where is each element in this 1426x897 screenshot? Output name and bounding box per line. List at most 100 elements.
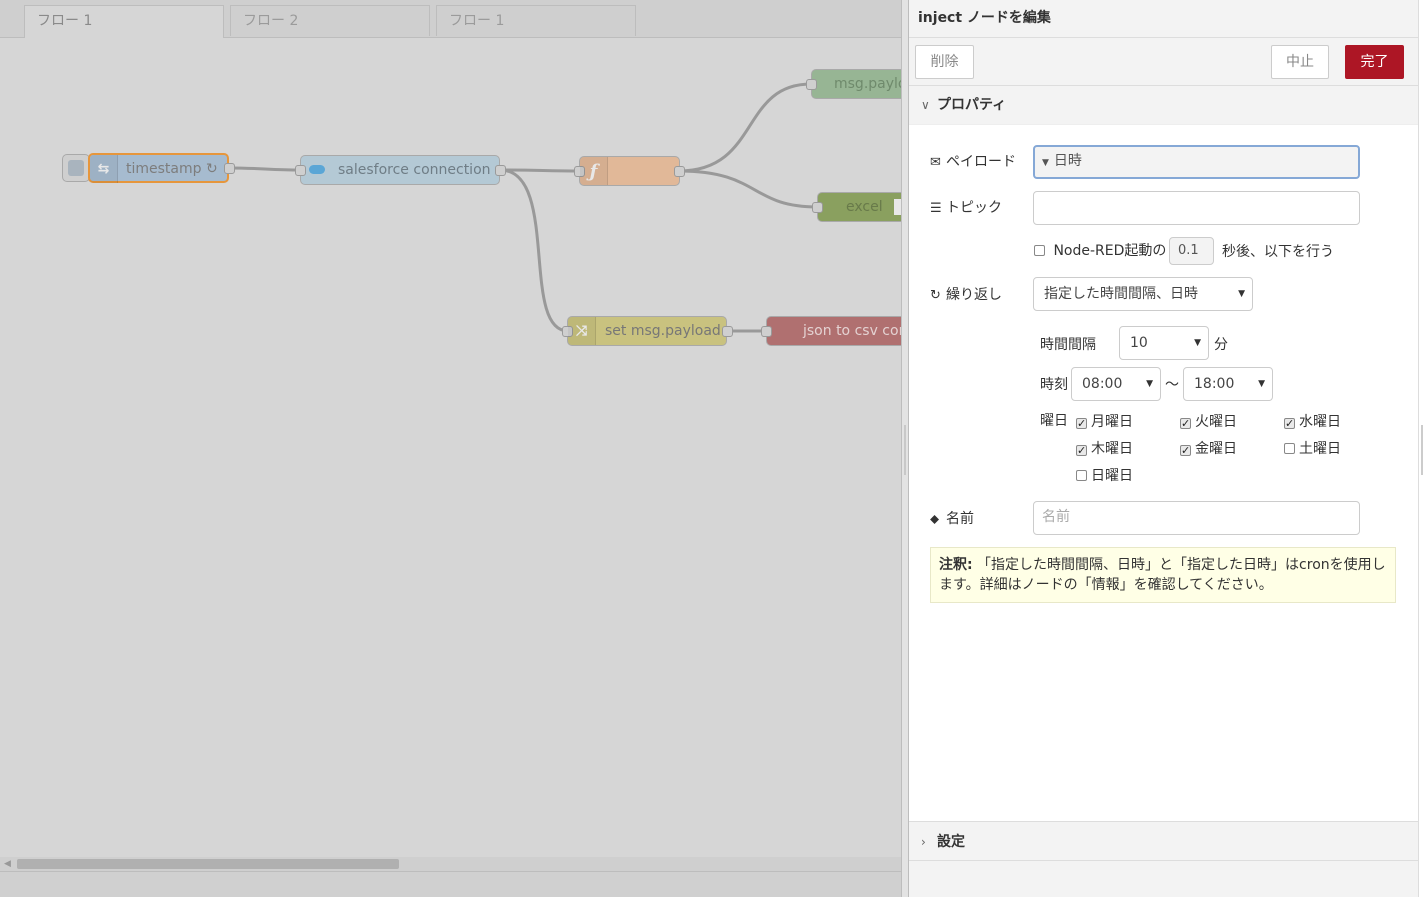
node-json-csv[interactable]: json to csv conv	[761, 316, 901, 346]
repeat-select[interactable]: 指定した時間間隔、日時 ▼	[1033, 277, 1253, 311]
time-to-value: 18:00	[1194, 376, 1235, 392]
day-saturday[interactable]: 土曜日	[1284, 438, 1341, 458]
output-port[interactable]	[495, 165, 506, 176]
note-text: 「指定した時間間隔、日時」と「指定した日時」はcronを使用します。詳細はノード…	[939, 557, 1386, 593]
tab-flow-2[interactable]: フロー 2	[230, 5, 430, 36]
node-msg-payload-label: msg.payloa	[834, 76, 901, 92]
interval-label: 時間間隔	[1040, 337, 1096, 353]
salesforce-cloud-icon	[309, 165, 325, 174]
tasks-icon: ☰	[930, 201, 942, 216]
interval-unit: 分	[1214, 337, 1228, 353]
chevron-down-icon: ∨	[921, 98, 930, 112]
node-excel[interactable]: excel	[812, 192, 901, 222]
topic-label: ☰ トピック	[930, 200, 1002, 216]
day-sunday[interactable]: 日曜日	[1076, 465, 1133, 485]
caret-down-icon: ▼	[1042, 158, 1049, 168]
flow-workspace: フロー 1 フロー 2 フロー 1 ⇆ timestamp ↻ salesfor…	[0, 0, 901, 897]
once-suffix-label: 秒後、以下を行う	[1222, 244, 1334, 260]
once-prefix-label: Node-RED起動の	[1053, 243, 1167, 259]
horizontal-scrollbar[interactable]: ◀	[0, 857, 901, 871]
settings-section-header[interactable]: › 設定	[909, 821, 1419, 861]
day-friday[interactable]: ✓ 金曜日	[1180, 438, 1237, 458]
shuffle-icon: ⤨	[568, 317, 596, 345]
node-msg-payload[interactable]: msg.payloa	[806, 69, 901, 99]
tag-icon: ⬥	[930, 512, 940, 527]
time-from-select[interactable]: 08:00 ▼	[1071, 367, 1161, 401]
caret-down-icon: ▼	[1258, 379, 1265, 389]
output-port[interactable]	[224, 163, 235, 174]
splitter-grip[interactable]	[904, 425, 906, 475]
time-from-value: 08:00	[1082, 376, 1123, 392]
function-f-icon: ƒ	[580, 157, 608, 185]
node-set-payload[interactable]: ⤨ set msg.payload	[562, 316, 733, 346]
cron-note: 注釈: 「指定した時間間隔、日時」と「指定した日時」はcronを使用します。詳細…	[930, 547, 1396, 603]
node-json-csv-label: json to csv conv	[803, 323, 901, 339]
inject-trigger-button[interactable]	[62, 154, 90, 182]
scrollbar-thumb[interactable]	[17, 859, 399, 869]
checkbox-unchecked[interactable]	[1076, 470, 1087, 481]
tray-footer	[909, 861, 1419, 897]
checkbox-checked[interactable]: ✓	[1284, 418, 1295, 429]
input-port[interactable]	[806, 79, 817, 90]
caret-down-icon: ▼	[1146, 379, 1153, 389]
topic-input[interactable]	[1033, 191, 1360, 225]
properties-section-header[interactable]: ∨ プロパティ	[909, 86, 1419, 125]
refresh-icon: ↻	[930, 288, 941, 303]
time-to-select[interactable]: 18:00 ▼	[1183, 367, 1273, 401]
node-function[interactable]: ƒ	[574, 156, 685, 186]
excel-icon	[894, 199, 901, 215]
tray-title: inject ノードを編集	[909, 0, 1419, 38]
name-label: ⬥ 名前	[930, 511, 974, 527]
delete-button[interactable]: 削除	[915, 45, 974, 79]
input-port[interactable]	[812, 202, 823, 213]
input-port[interactable]	[761, 326, 772, 337]
envelope-icon: ✉	[930, 155, 941, 170]
day-tuesday[interactable]: ✓ 火曜日	[1180, 411, 1237, 431]
day-monday[interactable]: ✓ 月曜日	[1076, 411, 1133, 431]
payload-type-select[interactable]: ▼ 日時	[1033, 145, 1360, 179]
interval-select[interactable]: 10 ▼	[1119, 326, 1209, 360]
repeat-value: 指定した時間間隔、日時	[1044, 286, 1198, 302]
flow-tabs: フロー 1 フロー 2 フロー 1	[0, 0, 901, 38]
node-timestamp[interactable]: ⇆ timestamp ↻	[88, 153, 235, 183]
time-tilde: 〜	[1165, 377, 1179, 393]
checkbox-unchecked[interactable]	[1284, 443, 1295, 454]
done-button[interactable]: 完了	[1345, 45, 1404, 79]
output-port[interactable]	[674, 166, 685, 177]
day-wednesday[interactable]: ✓ 水曜日	[1284, 411, 1341, 431]
sidebar-grip[interactable]	[1421, 425, 1423, 475]
checkbox-checked[interactable]: ✓	[1180, 445, 1191, 456]
node-salesforce-label: salesforce connection	[338, 162, 491, 178]
node-set-payload-label: set msg.payload	[605, 323, 721, 339]
checkbox-checked[interactable]: ✓	[1076, 418, 1087, 429]
scroll-left-icon[interactable]: ◀	[4, 857, 11, 871]
inject-arrows-icon: ⇆	[90, 155, 118, 183]
tab-flow-3[interactable]: フロー 1	[436, 5, 636, 36]
repeat-label: ↻ 繰り返し	[930, 287, 1002, 303]
input-port[interactable]	[295, 165, 306, 176]
chevron-right-icon: ›	[921, 835, 926, 849]
output-port[interactable]	[722, 326, 733, 337]
once-delay-input[interactable]: 0.1	[1169, 237, 1214, 265]
tab-flow-1[interactable]: フロー 1	[24, 5, 224, 38]
time-label: 時刻	[1040, 377, 1068, 393]
flow-canvas[interactable]: ⇆ timestamp ↻ salesforce connection ƒ ms…	[0, 37, 901, 857]
node-timestamp-label: timestamp ↻	[126, 161, 218, 177]
note-bold: 注釈:	[939, 557, 973, 573]
payload-label: ✉ ペイロード	[930, 154, 1016, 170]
edit-tray: inject ノードを編集 削除 中止 完了 ∨ プロパティ ✉ ペイロード ▼ 日時…	[908, 0, 1419, 897]
once-checkbox[interactable]	[1034, 245, 1045, 256]
right-sidebar-edge[interactable]	[1418, 0, 1426, 897]
checkbox-checked[interactable]: ✓	[1076, 445, 1087, 456]
day-thursday[interactable]: ✓ 木曜日	[1076, 438, 1133, 458]
interval-value: 10	[1130, 335, 1148, 351]
inject-trigger-square	[68, 160, 84, 176]
name-input[interactable]: 名前	[1033, 501, 1360, 535]
days-label: 曜日	[1040, 413, 1068, 429]
workspace-footer	[0, 871, 901, 897]
settings-section-label: 設定	[937, 834, 965, 850]
tray-toolbar: 削除 中止 完了	[909, 38, 1419, 86]
node-salesforce[interactable]: salesforce connection	[295, 155, 506, 185]
cancel-button[interactable]: 中止	[1271, 45, 1329, 79]
checkbox-checked[interactable]: ✓	[1180, 418, 1191, 429]
